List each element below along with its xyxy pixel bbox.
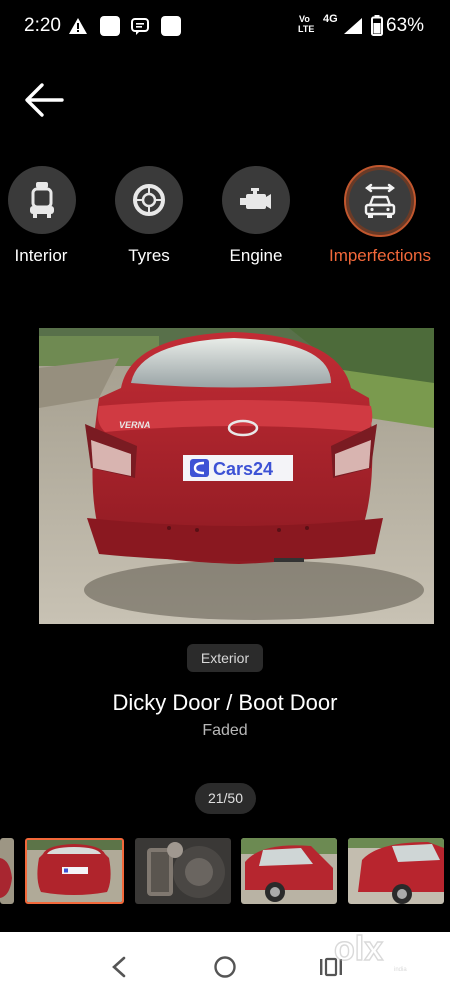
message-icon [131, 18, 149, 35]
category-engine-circle [222, 166, 290, 234]
category-tyres-circle [115, 166, 183, 234]
battery-percent: 63% [386, 15, 425, 36]
category-tyres-label: Tyres [128, 246, 170, 265]
volte-top-text: Vo [299, 14, 310, 24]
watermark-text: olx [334, 930, 383, 968]
category-imperfections[interactable]: Imperfections [324, 165, 434, 276]
back-button[interactable] [18, 78, 70, 122]
notification-square-icon-2 [161, 16, 181, 36]
signal-icon [344, 18, 362, 34]
issue-title: Dicky Door / Boot Door [112, 690, 338, 715]
back-arrow-icon [25, 83, 64, 117]
image-counter: 21/50 [195, 783, 256, 814]
car-seat-icon [30, 182, 54, 218]
category-imperfections-label: Imperfections [328, 246, 432, 265]
category-imperfections-circle [344, 165, 416, 237]
inspection-photo[interactable]: VERNA Cars24 [39, 328, 434, 624]
status-bar: 2:20 Vo LTE 4G 63% [0, 0, 450, 52]
category-tyres[interactable]: Tyres [94, 166, 204, 276]
category-engine-label: Engine [229, 246, 283, 265]
thumbnail-item[interactable] [348, 838, 444, 904]
nav-home-icon [214, 956, 236, 978]
network-gen-text: 4G [323, 13, 338, 25]
clock-time: 2:20 [24, 15, 61, 36]
olx-watermark: olx india [333, 929, 407, 973]
nav-back-button[interactable] [104, 952, 134, 982]
issue-status: Faded [202, 722, 248, 739]
plate-brand-text: Cars24 [213, 459, 273, 479]
car-model-text: VERNA [119, 420, 151, 430]
category-interior-circle [8, 166, 76, 234]
engine-icon [240, 188, 271, 209]
thumbnail-item[interactable] [241, 838, 337, 904]
thumbnail-item[interactable] [0, 838, 14, 904]
battery-icon [371, 15, 383, 36]
category-tag: Exterior [187, 644, 263, 672]
thumbnail-item-selected[interactable] [25, 838, 124, 904]
volte-bottom-text: LTE [298, 24, 315, 34]
car-wrench-icon [364, 183, 396, 218]
nav-back-icon [112, 956, 126, 978]
warning-icon [69, 18, 87, 34]
notification-square-icon [100, 16, 120, 36]
category-engine[interactable]: Engine [201, 166, 311, 276]
thumbnail-item[interactable] [135, 838, 231, 904]
tyre-icon [133, 184, 165, 216]
category-interior[interactable]: Interior [0, 166, 97, 276]
watermark-subtext: india [394, 967, 407, 973]
nav-home-button[interactable] [210, 952, 240, 982]
car-photo-illustration: VERNA Cars24 [39, 328, 434, 624]
category-interior-label: Interior [14, 246, 68, 265]
